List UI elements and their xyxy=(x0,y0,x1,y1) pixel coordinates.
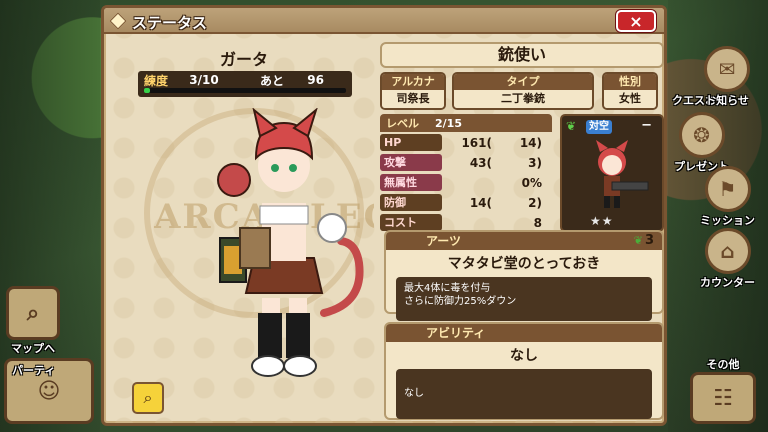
stat-row-attack: 攻撃 43( 3) xyxy=(380,153,552,172)
arts-desc-line2: さらに防御力25%ダウン xyxy=(404,296,517,307)
mission-button[interactable]: ⚑ ミッション xyxy=(700,166,755,228)
rarity-stars: ★★ xyxy=(590,214,614,228)
arts-section: アーツ ❦ 3 マタタビ堂のとっておき 最大4体に毒を付与 さらに防御力25%ダウ… xyxy=(384,230,664,321)
mission-button-label: ミッション xyxy=(700,214,755,227)
stat-label: コスト xyxy=(380,214,442,231)
stat-label: 防御 xyxy=(380,194,442,211)
stat-label: HP xyxy=(380,134,442,151)
party-button[interactable]: ☺ パーティ xyxy=(4,358,94,424)
counter-button-label: カウンター xyxy=(700,276,755,289)
remaining-label: あと xyxy=(259,73,284,88)
stat-row-element: 無属性 0% xyxy=(380,173,552,192)
mission-icon: ⚑ xyxy=(704,166,751,212)
training-bar-fill xyxy=(144,88,151,93)
gender-value: 女性 xyxy=(604,90,656,108)
arts-desc-line1: 最大4体に毒を付与 xyxy=(404,283,491,294)
character-sprite xyxy=(217,108,364,377)
stat-value: 43( xyxy=(469,155,492,170)
training-value: 3/10 xyxy=(189,73,219,87)
remaining-value: 96 xyxy=(307,73,324,87)
leaf-cost-icon: ❦ xyxy=(633,234,643,247)
ability-description: なし xyxy=(396,369,652,419)
level-row: レベル 2/15 xyxy=(380,114,552,132)
quest-button[interactable]: クエスト xyxy=(672,92,716,108)
arts-heading: アーツ xyxy=(386,232,662,250)
other-button-label: その他 xyxy=(706,358,740,371)
arcana-value: 司祭長 xyxy=(382,90,444,108)
arts-description: 最大4体に毒を付与 さらに防御力25%ダウン xyxy=(396,277,652,321)
close-icon: × xyxy=(629,11,643,31)
type-box: タイプ 二丁拳銃 xyxy=(452,72,594,110)
arts-cost-value: 3 xyxy=(644,233,654,248)
level-value: 2/15 xyxy=(435,116,462,130)
counter-button[interactable]: ⌂ カウンター xyxy=(700,228,755,290)
type-value: 二丁拳銃 xyxy=(454,90,592,108)
zoom-icon: ⌕ xyxy=(143,388,153,407)
stat-bonus: 3) xyxy=(528,155,542,170)
gender-box: 性別 女性 xyxy=(602,72,658,110)
magnifier-map-icon: ⌕ xyxy=(6,286,60,340)
gender-label: 性別 xyxy=(604,74,656,90)
stat-value: 14( xyxy=(469,195,492,210)
counter-icon: ⌂ xyxy=(704,228,751,274)
header-gem-icon xyxy=(109,12,127,30)
character-name: ガータ xyxy=(219,50,268,69)
training-box: 練度 3/10 あと 96 xyxy=(138,71,352,97)
stat-row-hp: HP 161( 14) xyxy=(380,133,552,152)
ability-heading: アビリティ xyxy=(386,324,662,342)
zoom-button[interactable]: ⌕ xyxy=(132,382,164,414)
stat-bonus: 0% xyxy=(521,175,542,190)
present-button[interactable]: ❂ プレゼント xyxy=(674,112,729,174)
stat-bonus: 8 xyxy=(533,215,542,230)
status-panel: ステータス × ガータ 練度 3/10 あと 96 ARCAL LEGEND xyxy=(101,5,667,426)
ability-section: アビリティ なし なし xyxy=(384,322,664,420)
level-label: レベル xyxy=(386,117,419,130)
scroll-icon: ☷ xyxy=(690,372,756,424)
party-button-label: パーティ xyxy=(12,364,56,377)
panel-title: ステータス xyxy=(132,14,208,32)
arts-cost: ❦ 3 xyxy=(634,233,654,248)
class-name: 銃使い xyxy=(380,42,664,68)
gift-icon: ❂ xyxy=(678,112,725,158)
close-button[interactable]: × xyxy=(616,10,656,32)
panel-header: ステータス × xyxy=(104,8,664,34)
stat-value: 161( xyxy=(461,135,492,150)
portrait-dash: − xyxy=(641,118,652,133)
envelope-icon: ✉ xyxy=(704,46,750,92)
portrait-sprite xyxy=(596,140,649,208)
training-bar xyxy=(144,88,346,93)
leaf-icon: ❦ xyxy=(566,119,577,133)
arts-name: マタタビ堂のとっておき xyxy=(447,256,601,272)
type-label: タイプ xyxy=(454,74,592,90)
ability-name: なし xyxy=(510,348,538,364)
training-label: 練度 xyxy=(144,73,169,88)
stat-row-defense: 防御 14( 2) xyxy=(380,193,552,212)
map-button-label: マップへ xyxy=(11,342,55,355)
arcana-box: アルカナ 司祭長 xyxy=(380,72,446,110)
map-button[interactable]: ⌕ マップへ xyxy=(6,286,60,356)
quest-button-label: クエスト xyxy=(672,94,716,107)
arcana-label: アルカナ xyxy=(382,74,444,90)
stat-bonus: 2) xyxy=(528,195,542,210)
stat-bonus: 14) xyxy=(519,135,542,150)
anti-air-badge: 対空 xyxy=(586,120,612,134)
stat-label: 無属性 xyxy=(380,174,442,191)
stats-panel: レベル 2/15 HP 161( 14) 攻撃 43( 3) 無属性 0% 防御… xyxy=(380,114,552,232)
stat-label: 攻撃 xyxy=(380,154,442,171)
character-portrait[interactable]: ❦ 対空 − ★★ xyxy=(560,114,664,232)
other-button[interactable]: その他 ☷ xyxy=(690,356,756,424)
